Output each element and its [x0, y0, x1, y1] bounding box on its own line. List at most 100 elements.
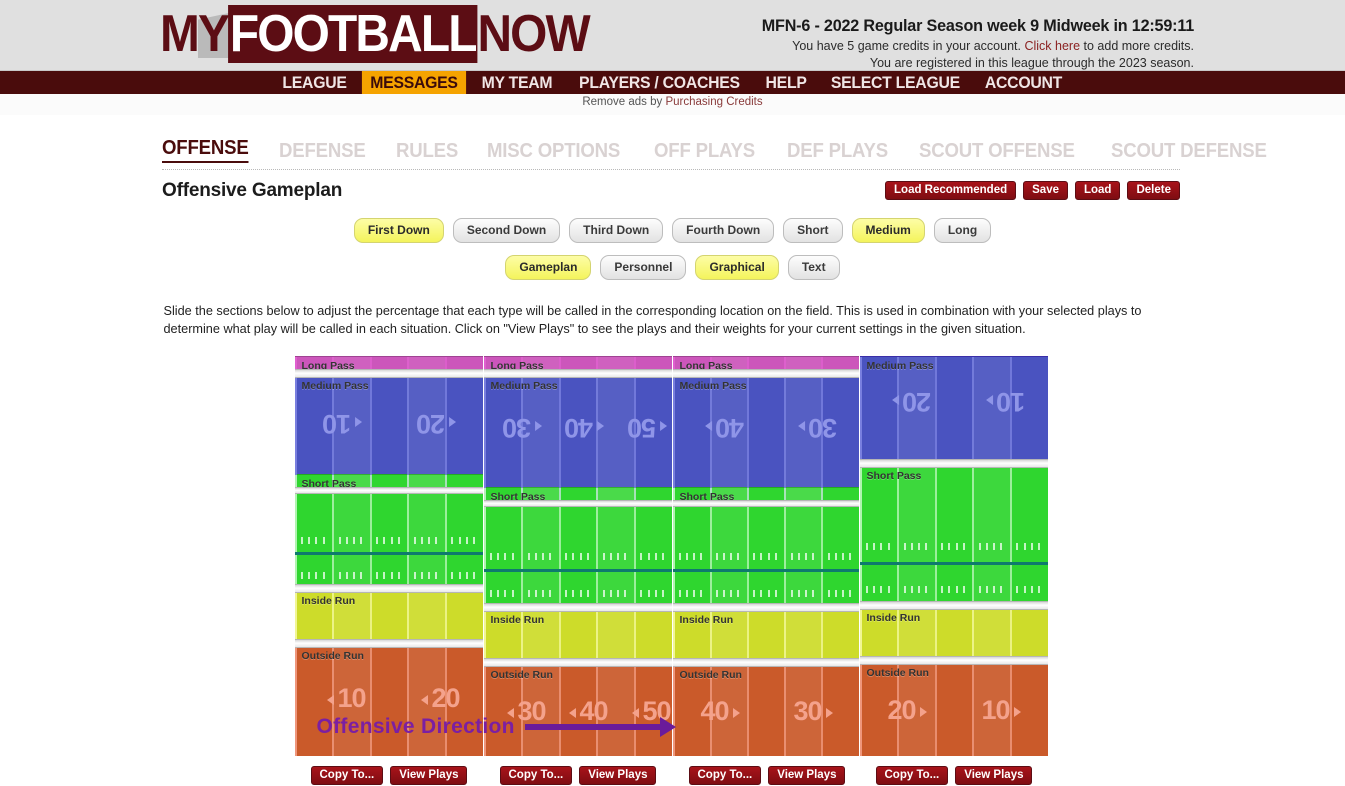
nav-item-help[interactable]: HELP: [757, 71, 815, 94]
tab-off-plays[interactable]: OFF PLAYS: [654, 140, 755, 163]
league-season-line: MFN-6 - 2022 Regular Season week 9 Midwe…: [761, 16, 1194, 35]
field-band-medium-pass-zone2[interactable]: 30 40 50 Medium Pass: [483, 376, 672, 502]
delete-button[interactable]: Delete: [1127, 181, 1180, 200]
distance-button-long[interactable]: Long: [933, 218, 992, 243]
view-plays-button-zone4[interactable]: View Plays: [955, 766, 1033, 785]
page-content: OFFENSE DEFENSE RULES MISC OPTIONS OFF P…: [0, 137, 1345, 786]
logo-football: FOOTBALL: [228, 5, 477, 63]
view-plays-button-zone3[interactable]: View Plays: [768, 766, 846, 785]
tab-rules[interactable]: RULES: [396, 140, 458, 163]
tab-defense[interactable]: DEFENSE: [279, 140, 366, 163]
yard-number: 20: [888, 695, 931, 726]
down-distance-selector: First Down Second Down Third Down Fourth…: [0, 218, 1345, 243]
view-plays-button-zone1[interactable]: View Plays: [390, 766, 468, 785]
yard-number: 50: [628, 412, 671, 443]
band-label-inside-run: Inside Run: [866, 612, 921, 624]
add-credits-link[interactable]: Click here: [1024, 39, 1080, 53]
distance-button-short[interactable]: Short: [783, 218, 843, 243]
down-button-fourth[interactable]: Fourth Down: [672, 218, 775, 243]
header-info: MFN-6 - 2022 Regular Season week 9 Midwe…: [739, 16, 1194, 70]
down-button-first[interactable]: First Down: [353, 218, 444, 243]
view-button-graphical[interactable]: Graphical: [695, 255, 779, 280]
field-zone-4[interactable]: 20 10 Medium Pass Short Pass Inside Run 20 10 O…: [859, 356, 1048, 756]
yard-number: 20: [417, 683, 461, 714]
credits-text-post: to add more credits.: [1080, 39, 1194, 53]
slider-handle-long-pass-zone2[interactable]: [483, 369, 672, 378]
field-band-outside-run-zone4[interactable]: 20 10 Outside Run: [859, 663, 1048, 756]
yard-number: 30: [794, 412, 837, 443]
slider-handle-short-pass-zone3[interactable]: [672, 603, 859, 612]
slider-handle-medium-pass-zone1[interactable]: [294, 487, 483, 494]
slider-handle-short-pass-zone2[interactable]: [483, 603, 672, 612]
yard-number: 20: [888, 386, 931, 417]
view-button-text[interactable]: Text: [787, 255, 840, 280]
field-band-inside-run-zone2[interactable]: Inside Run: [483, 610, 672, 660]
tab-offense[interactable]: OFFENSE: [162, 137, 249, 163]
band-label-inside-run: Inside Run: [490, 614, 545, 626]
field-band-inside-run-zone3[interactable]: Inside Run: [672, 610, 859, 660]
gameplan-action-buttons: Load Recommended Save Load Delete: [885, 181, 1180, 200]
field-band-medium-pass-zone4[interactable]: 20 10 Medium Pass: [859, 356, 1048, 461]
slider-handle-inside-run-zone1[interactable]: [294, 639, 483, 648]
nav-item-messages[interactable]: MESSAGES: [361, 71, 466, 94]
slider-handle-short-pass-zone4[interactable]: [859, 601, 1048, 610]
tab-scout-offense[interactable]: SCOUT OFFENSE: [919, 140, 1075, 163]
field-band-inside-run-zone4[interactable]: Inside Run: [859, 608, 1048, 658]
field-band-outside-run-zone3[interactable]: 40 30 Outside Run: [672, 665, 859, 756]
slider-handle-inside-run-zone3[interactable]: [672, 658, 859, 667]
down-button-third[interactable]: Third Down: [569, 218, 664, 243]
band-label-inside-run: Inside Run: [301, 595, 356, 607]
load-button[interactable]: Load: [1074, 181, 1121, 200]
field-band-short-pass-zone4[interactable]: Short Pass: [859, 466, 1048, 603]
copy-to-button-zone4[interactable]: Copy To...: [875, 766, 949, 785]
field-band-inside-run-zone1[interactable]: Inside Run: [294, 591, 483, 641]
tab-misc-options[interactable]: MISC OPTIONS: [487, 140, 620, 163]
view-mode-selector: Gameplan Personnel Graphical Text: [0, 255, 1345, 280]
purchasing-credits-link[interactable]: Purchasing Credits: [665, 96, 762, 108]
view-plays-button-zone2[interactable]: View Plays: [579, 766, 657, 785]
field-zone-3[interactable]: Long Pass 40 30 Medium Pass Short Pass Inside…: [672, 356, 859, 756]
copy-to-button-zone1[interactable]: Copy To...: [310, 766, 384, 785]
credits-line: You have 5 game credits in your account.…: [739, 39, 1194, 53]
copy-to-button-zone3[interactable]: Copy To...: [688, 766, 762, 785]
view-button-gameplan[interactable]: Gameplan: [505, 255, 592, 280]
save-button[interactable]: Save: [1023, 181, 1068, 200]
tab-def-plays[interactable]: DEF PLAYS: [787, 140, 888, 163]
slider-handle-inside-run-zone2[interactable]: [483, 658, 672, 667]
band-label-medium-pass: Medium Pass: [866, 360, 934, 372]
yard-number: 40: [701, 696, 744, 727]
remove-ads-text: Remove ads by: [582, 96, 666, 108]
slider-handle-inside-run-zone4[interactable]: [859, 656, 1048, 665]
slider-handle-medium-pass-zone4[interactable]: [859, 459, 1048, 468]
nav-item-league[interactable]: LEAGUE: [274, 71, 355, 94]
nav-item-players-coaches[interactable]: PLAYERS / COACHES: [570, 71, 747, 94]
distance-button-medium[interactable]: Medium: [851, 218, 925, 243]
slider-handle-short-pass-zone1[interactable]: [294, 584, 483, 593]
field-band-outside-run-zone1[interactable]: 10 20 Outside Run: [294, 646, 483, 756]
yard-number: 40: [565, 412, 608, 443]
site-logo[interactable]: MYFOOTBALLNOW: [160, 4, 591, 64]
field-zone-2[interactable]: Long Pass 30 40 50 Medium Pass Short Pass Insi…: [483, 356, 672, 756]
copy-to-button-zone2[interactable]: Copy To...: [499, 766, 573, 785]
title-row: Offensive Gameplan Load Recommended Save…: [162, 180, 1180, 206]
tab-scout-defense[interactable]: SCOUT DEFENSE: [1111, 140, 1267, 163]
slider-handle-long-pass-zone3[interactable]: [672, 369, 859, 378]
band-label-outside-run: Outside Run: [866, 667, 929, 679]
nav-item-my-team[interactable]: MY TEAM: [473, 71, 560, 94]
nav-item-select-league[interactable]: SELECT LEAGUE: [822, 71, 968, 94]
band-label-short-pass: Short Pass: [866, 470, 922, 482]
band-label-outside-run: Outside Run: [301, 650, 364, 662]
slider-handle-medium-pass-zone2[interactable]: [483, 500, 672, 507]
slider-handle-long-pass-zone1[interactable]: [294, 369, 483, 378]
slider-handle-medium-pass-zone3[interactable]: [672, 500, 859, 507]
load-recommended-button[interactable]: Load Recommended: [885, 181, 1017, 200]
field-band-outside-run-zone2[interactable]: 30 40 50 Outside Run: [483, 665, 672, 756]
band-label-medium-pass: Medium Pass: [490, 380, 558, 392]
field-band-medium-pass-zone3[interactable]: 40 30 Medium Pass: [672, 376, 859, 502]
nav-item-account[interactable]: ACCOUNT: [977, 71, 1071, 94]
view-button-personnel[interactable]: Personnel: [600, 255, 687, 280]
field-zone-1[interactable]: Long Pass 10 20 Medium Pass Short Pass Inside…: [294, 356, 483, 756]
yard-number: 10: [982, 386, 1025, 417]
down-button-second[interactable]: Second Down: [452, 218, 561, 243]
field-band-medium-pass-zone1[interactable]: 10 20 Medium Pass: [294, 376, 483, 489]
